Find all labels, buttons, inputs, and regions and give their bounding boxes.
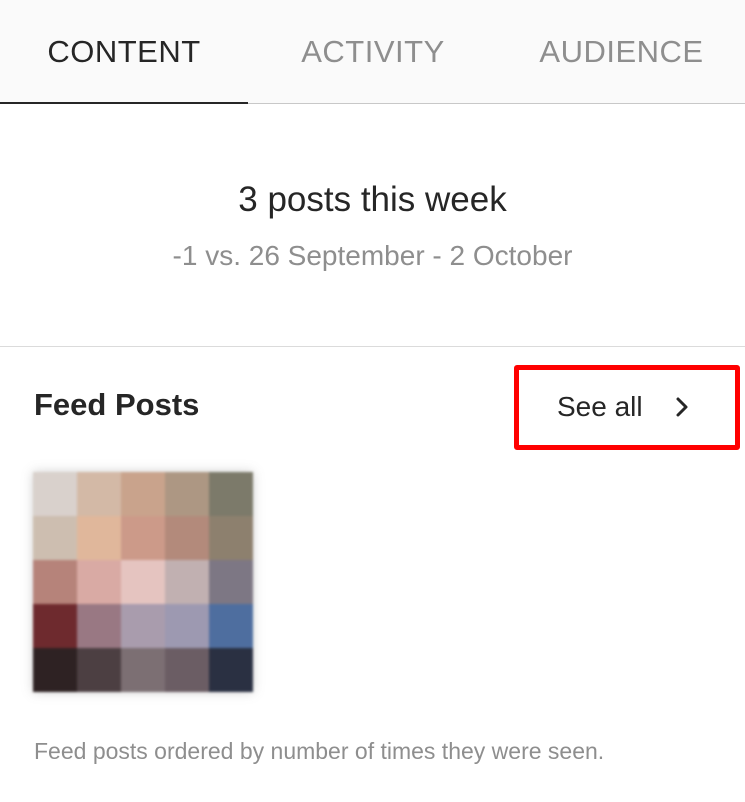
thumbnail-pixel [209,648,253,692]
tab-content-label: CONTENT [47,34,201,69]
thumbnail-pixel [121,516,165,560]
tab-audience[interactable]: AUDIENCE [498,0,745,104]
thumbnail-pixel [121,604,165,648]
thumbnail-pixel [209,604,253,648]
chevron-right-icon [676,397,688,417]
thumbnail-pixel [165,516,209,560]
thumbnail-pixel [121,648,165,692]
thumbnail-pixel [165,560,209,604]
section-divider [0,346,745,347]
thumbnail-pixel [165,604,209,648]
thumbnail-pixel [209,516,253,560]
active-tab-indicator [0,102,248,104]
feed-posts-footnote: Feed posts ordered by number of times th… [34,738,605,764]
thumbnail-pixel [33,648,77,692]
posts-comparison-text: -1 vs. 26 September - 2 October [172,240,573,271]
thumbnail-pixel [121,472,165,516]
thumbnail-pixel [121,560,165,604]
feed-post-thumbnail[interactable] [33,472,253,692]
thumbnail-pixel [33,560,77,604]
thumbnail-pixel [77,604,121,648]
tab-bar: CONTENT ACTIVITY AUDIENCE [0,0,745,104]
see-all-button[interactable]: See all [540,375,720,439]
see-all-label: See all [557,391,643,422]
thumbnail-pixel [77,648,121,692]
thumbnail-pixel [165,472,209,516]
thumbnail-pixel [77,560,121,604]
insights-page: CONTENT ACTIVITY AUDIENCE 3 posts this w… [0,0,745,802]
thumbnail-pixel [33,472,77,516]
tab-activity-label: ACTIVITY [301,34,445,69]
posts-count-title: 3 posts this week [238,180,507,219]
thumbnail-pixel [209,472,253,516]
thumbnail-pixel [77,472,121,516]
tab-activity[interactable]: ACTIVITY [248,0,498,104]
thumbnail-pixel [165,648,209,692]
tab-content[interactable]: CONTENT [0,0,248,104]
thumbnail-pixel [33,604,77,648]
thumbnail-pixel [33,516,77,560]
tab-audience-label: AUDIENCE [539,34,704,69]
thumbnail-pixel [77,516,121,560]
feed-posts-heading: Feed Posts [34,387,200,422]
thumbnail-pixel [209,560,253,604]
